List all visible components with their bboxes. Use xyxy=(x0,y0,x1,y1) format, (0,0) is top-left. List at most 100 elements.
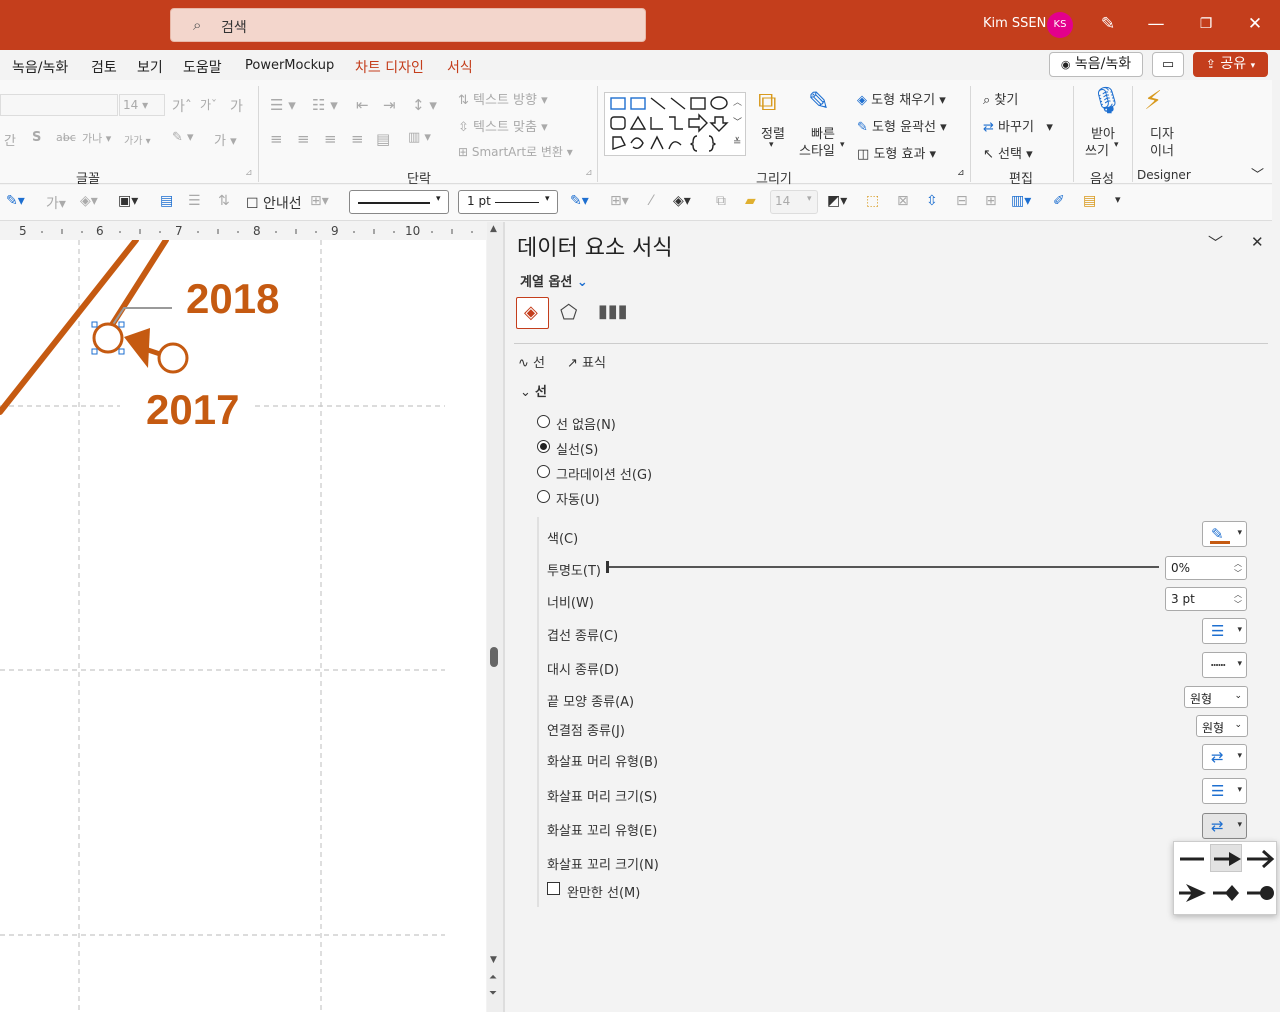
decrease-indent-icon[interactable]: ⇤ xyxy=(356,96,369,114)
arrow-oval-option[interactable] xyxy=(1244,878,1276,906)
copy-format-icon[interactable]: ⧉ xyxy=(716,193,726,209)
share-button[interactable]: ⇪ 공유 ▾ xyxy=(1193,52,1268,77)
shape-outline-button[interactable]: ✎ 도형 윤곽선 ▾ xyxy=(857,116,947,135)
pen-icon[interactable]: ✎ xyxy=(1093,12,1123,36)
designer-label-2[interactable]: 이너 xyxy=(1150,140,1174,159)
shape-icon[interactable]: ◈▾ xyxy=(673,193,691,209)
increase-indent-icon[interactable]: ⇥ xyxy=(383,96,396,114)
spin-down-icon[interactable]: ﹀ xyxy=(1234,599,1242,610)
shapes-gallery[interactable]: ︿ ﹀ ≚ xyxy=(604,92,746,156)
cap-type-select[interactable]: 원형 ⌄ xyxy=(1184,686,1248,708)
outline-color-icon[interactable]: ✎▾ xyxy=(6,193,25,209)
width-spinner[interactable]: 3 pt ︿ ﹀ xyxy=(1165,587,1247,611)
series-options-dropdown[interactable]: 계열 옵션 ⌄ xyxy=(520,271,588,290)
font-name-box[interactable] xyxy=(0,94,118,116)
customize-toolbar-icon[interactable]: ▾ xyxy=(1115,193,1121,206)
transparency-slider-thumb[interactable] xyxy=(606,561,609,573)
quick-styles-icon[interactable]: ✎ xyxy=(808,87,830,117)
radio-auto-line[interactable] xyxy=(537,490,550,503)
font-color-icon[interactable]: 가 ▾ xyxy=(214,130,237,149)
arrow-stealth-option[interactable] xyxy=(1176,878,1208,906)
align-right-icon[interactable]: ≡ xyxy=(324,130,337,148)
spacing-icon[interactable]: 가나 ▾ xyxy=(82,130,111,146)
series-bar-icon[interactable]: ▮▮▮ xyxy=(598,301,628,322)
shape-fill-icon[interactable]: ◩▾ xyxy=(827,193,847,209)
begin-arrow-size-button[interactable]: ☰ ▾ xyxy=(1202,778,1247,804)
select-object-icon[interactable]: ⬚ xyxy=(866,193,879,209)
arrow-open-option[interactable] xyxy=(1244,844,1276,872)
dictate-label-2[interactable]: 쓰기 xyxy=(1085,140,1109,159)
vertical-scrollbar[interactable]: ▲ ▼ ⏶ ⏷ xyxy=(487,222,503,1012)
justify-icon[interactable]: ≡ xyxy=(351,130,364,148)
minimize-icon[interactable]: — xyxy=(1141,12,1171,36)
paste-icon[interactable]: ▤ xyxy=(1083,193,1096,209)
sort-icon[interactable]: ⇅ xyxy=(218,193,230,209)
list-icon[interactable]: ☰ xyxy=(188,193,201,209)
data-label-2017[interactable]: 2017 xyxy=(146,386,239,434)
begin-arrow-type-button[interactable]: ⇄ ▾ xyxy=(1202,744,1247,770)
font-size-box[interactable]: 14 ▾ xyxy=(119,94,165,116)
line-weight-select[interactable]: 1 pt ▾ xyxy=(458,190,558,214)
eraser-icon[interactable]: ⁄ xyxy=(650,193,652,209)
menu-powermockup[interactable]: PowerMockup xyxy=(245,58,334,73)
tab-marker[interactable]: ↗ 표식 xyxy=(567,352,606,371)
tab-line[interactable]: ∿ 선 xyxy=(518,352,545,371)
color-picker-button[interactable]: ✎ ▾ xyxy=(1202,521,1247,547)
shrink-font-icon[interactable]: 가ˇ xyxy=(200,96,217,113)
record-button[interactable]: ◉ 녹음/녹화 xyxy=(1049,52,1143,77)
menu-help[interactable]: 도움말 xyxy=(183,57,222,77)
end-arrow-type-button[interactable]: ⇄ ▾ xyxy=(1202,813,1247,839)
insert-chart-icon[interactable]: ▥▾ xyxy=(1011,193,1031,209)
table-border-icon[interactable]: ⊞▾ xyxy=(610,193,629,209)
restore-icon[interactable]: ❐ xyxy=(1191,12,1221,36)
compound-type-button[interactable]: ☰ ▾ xyxy=(1202,618,1247,644)
microphone-icon[interactable]: 🎙 xyxy=(1090,86,1123,116)
distributed-icon[interactable]: ▤ xyxy=(376,130,390,148)
underline-icon[interactable]: 간 xyxy=(4,130,16,149)
close-pane-icon[interactable]: ✕ xyxy=(1251,233,1264,251)
avatar[interactable]: KS xyxy=(1047,12,1073,38)
designer-icon[interactable]: ⚡ xyxy=(1144,86,1162,116)
smooth-line-checkbox[interactable] xyxy=(547,882,560,895)
highlight-icon[interactable]: ✎ ▾ xyxy=(172,130,194,145)
fill-line-tab[interactable]: ◈ xyxy=(516,297,549,329)
shadow-icon[interactable]: S xyxy=(32,130,41,145)
radio-no-line[interactable] xyxy=(537,415,550,428)
dash-type-button[interactable]: ┅┅ ▾ xyxy=(1202,652,1247,678)
strikethrough-icon[interactable]: ab̶c̶ xyxy=(56,131,76,144)
section-line-header[interactable]: ⌄ 선 xyxy=(520,381,547,400)
distribute-icon[interactable]: ⊟ xyxy=(956,193,968,209)
arrow-triangle-option[interactable] xyxy=(1210,844,1242,872)
collapse-ribbon-icon[interactable]: ﹀ xyxy=(1251,164,1264,183)
align-left-icon[interactable]: ≡ xyxy=(270,130,283,148)
align-icon[interactable]: ⊞▾ xyxy=(310,193,329,209)
border-icon[interactable]: ▣▾ xyxy=(118,193,138,209)
columns-icon[interactable]: ▥ ▾ xyxy=(408,130,431,145)
join-type-select[interactable]: 원형 ⌄ xyxy=(1196,715,1248,737)
line-style-select[interactable]: ▾ xyxy=(349,190,449,214)
shape-fill-button[interactable]: ◈ 도형 채우기 ▾ xyxy=(857,89,946,108)
line-spacing-icon[interactable]: ↕ ▾ xyxy=(412,96,437,114)
font-color-icon[interactable]: 가▾ xyxy=(46,193,66,213)
bullets-icon[interactable]: ☰ ▾ xyxy=(270,96,296,114)
align-text-button[interactable]: ⇳ 텍스트 맞춤 ▾ xyxy=(458,116,548,135)
align-center-icon[interactable]: ≡ xyxy=(297,130,310,148)
transparency-slider[interactable] xyxy=(607,566,1159,568)
comments-button[interactable]: ▭ xyxy=(1152,52,1184,77)
more-shapes-icon[interactable]: ≚ xyxy=(733,137,741,148)
radio-gradient-line[interactable] xyxy=(537,465,550,478)
format-painter-icon[interactable]: ✐ xyxy=(1053,193,1065,209)
cross-box-icon[interactable]: ⊠ xyxy=(897,193,909,209)
slide-canvas[interactable]: 2018 2017 xyxy=(0,240,486,1012)
data-label-2018[interactable]: 2018 xyxy=(186,275,279,323)
guides-checkbox[interactable]: ☐ 안내선 xyxy=(246,193,302,213)
arrange-icon[interactable]: ⧉ xyxy=(758,87,777,118)
font-size-select[interactable]: 14 ▾ xyxy=(770,190,818,214)
fill-icon[interactable]: ◈▾ xyxy=(80,193,98,209)
folder-icon[interactable]: ▰ xyxy=(745,193,756,209)
smartart-button[interactable]: ⊞ SmartArt로 변환 ▾ xyxy=(458,143,573,160)
arrow-none-option[interactable] xyxy=(1176,844,1208,872)
menu-view[interactable]: 보기 xyxy=(137,57,163,77)
drawing-dialog-icon[interactable]: ⊿ xyxy=(957,168,965,178)
menu-format[interactable]: 서식 xyxy=(447,57,473,77)
